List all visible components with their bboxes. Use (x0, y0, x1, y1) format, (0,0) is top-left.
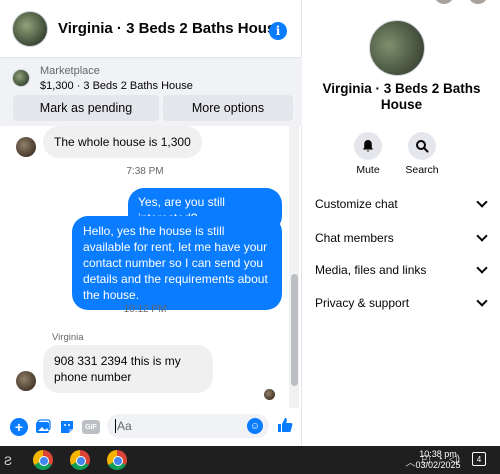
messenger-window: Virginia · 3 Beds 2 Baths House i Market… (0, 0, 500, 446)
mute-action[interactable]: Mute (348, 132, 388, 176)
listing-title[interactable]: $1,300 · 3 Beds 2 Baths House (40, 78, 193, 94)
search-label: Search (405, 164, 439, 176)
account-avatar[interactable] (434, 0, 454, 4)
search-icon[interactable] (408, 132, 436, 160)
text-caret (115, 419, 116, 433)
timestamp: 7:38 PM (126, 166, 164, 177)
mute-label: Mute (356, 164, 380, 176)
section-label: Privacy & support (315, 296, 410, 310)
bell-icon[interactable] (354, 132, 382, 160)
chat-title[interactable]: Virginia · 3 Beds 2 Baths House (58, 20, 284, 37)
top-avatar-strip (434, 0, 488, 4)
chrome-icon[interactable] (33, 450, 53, 470)
seen-indicator-avatar (264, 389, 275, 400)
profile-avatar[interactable] (369, 20, 425, 76)
sender-avatar[interactable] (16, 137, 36, 157)
message-bubble[interactable]: The whole house is 1,300 (43, 126, 202, 158)
message-input[interactable]: Aa ☺ (107, 414, 269, 438)
message-row: Hello, yes the house is still available … (72, 216, 282, 310)
section-privacy-support[interactable]: Privacy & support (315, 291, 490, 315)
chrome-icon[interactable] (70, 450, 90, 470)
search-action[interactable]: Search (402, 132, 442, 176)
sender-name: Virginia (52, 332, 84, 343)
timestamp: 10:12 PM (123, 304, 167, 315)
message-bubble[interactable]: Hello, yes the house is still available … (72, 216, 282, 310)
notification-icon[interactable]: 4 (472, 452, 486, 466)
chevron-down-icon (476, 295, 488, 307)
section-chat-members[interactable]: Chat members (315, 226, 490, 250)
clock-date: 03/02/2025 (415, 460, 461, 470)
message-bubble[interactable]: 908 331 2394 this is my phone number (43, 345, 213, 393)
chat-avatar[interactable] (12, 10, 48, 47)
photo-icon[interactable] (34, 418, 52, 436)
marketplace-card: Marketplace $1,300 · 3 Beds 2 Baths Hous… (0, 58, 302, 126)
plus-icon[interactable]: + (10, 418, 28, 436)
details-pane: Virginia · 3 Beds 2 Baths House Mute Sea… (303, 0, 500, 446)
scrollbar-thumb[interactable] (291, 274, 298, 386)
clock-time: 10:38 pm (419, 449, 457, 459)
chevron-down-icon (476, 196, 488, 208)
more-options-button[interactable]: More options (163, 95, 293, 121)
gif-icon[interactable]: GIF (82, 420, 100, 434)
emoji-icon[interactable]: ☺ (247, 418, 263, 434)
profile-name: Virginia · 3 Beds 2 Baths House (322, 81, 481, 112)
chevron-down-icon (476, 230, 488, 242)
chevron-down-icon (476, 262, 488, 274)
conversation-pane: Virginia · 3 Beds 2 Baths House i Market… (0, 0, 302, 446)
listing-thumbnail[interactable] (12, 69, 30, 87)
info-icon[interactable]: i (269, 22, 287, 40)
marketplace-label: Marketplace (40, 65, 100, 77)
sender-avatar[interactable] (16, 371, 36, 391)
message-row: The whole house is 1,300 (16, 126, 202, 158)
sticker-icon[interactable] (58, 418, 76, 436)
taskbar-start-icon[interactable]: Ƨ (4, 454, 12, 468)
windows-taskbar: Ƨ ︿ ◰ ◔ ◁) 10:38 pm 03/02/2025 4 (0, 446, 500, 474)
message-list: The whole house is 1,300 7:38 PM Yes, ar… (0, 126, 290, 408)
thumbs-up-icon[interactable] (276, 416, 294, 434)
section-label: Media, files and links (315, 263, 427, 277)
mark-as-pending-button[interactable]: Mark as pending (13, 95, 159, 121)
section-label: Customize chat (315, 197, 398, 211)
section-label: Chat members (315, 231, 394, 245)
composer-bar: + GIF Aa ☺ (0, 408, 302, 446)
section-customize-chat[interactable]: Customize chat (315, 192, 490, 216)
account-avatar[interactable] (468, 0, 488, 4)
chrome-icon[interactable] (107, 450, 127, 470)
message-row: 908 331 2394 this is my phone number (16, 345, 213, 393)
taskbar-clock[interactable]: 10:38 pm 03/02/2025 (412, 449, 464, 471)
message-input-placeholder: Aa (117, 419, 132, 433)
chat-header: Virginia · 3 Beds 2 Baths House i (0, 0, 302, 58)
section-media-files-links[interactable]: Media, files and links (315, 258, 490, 282)
